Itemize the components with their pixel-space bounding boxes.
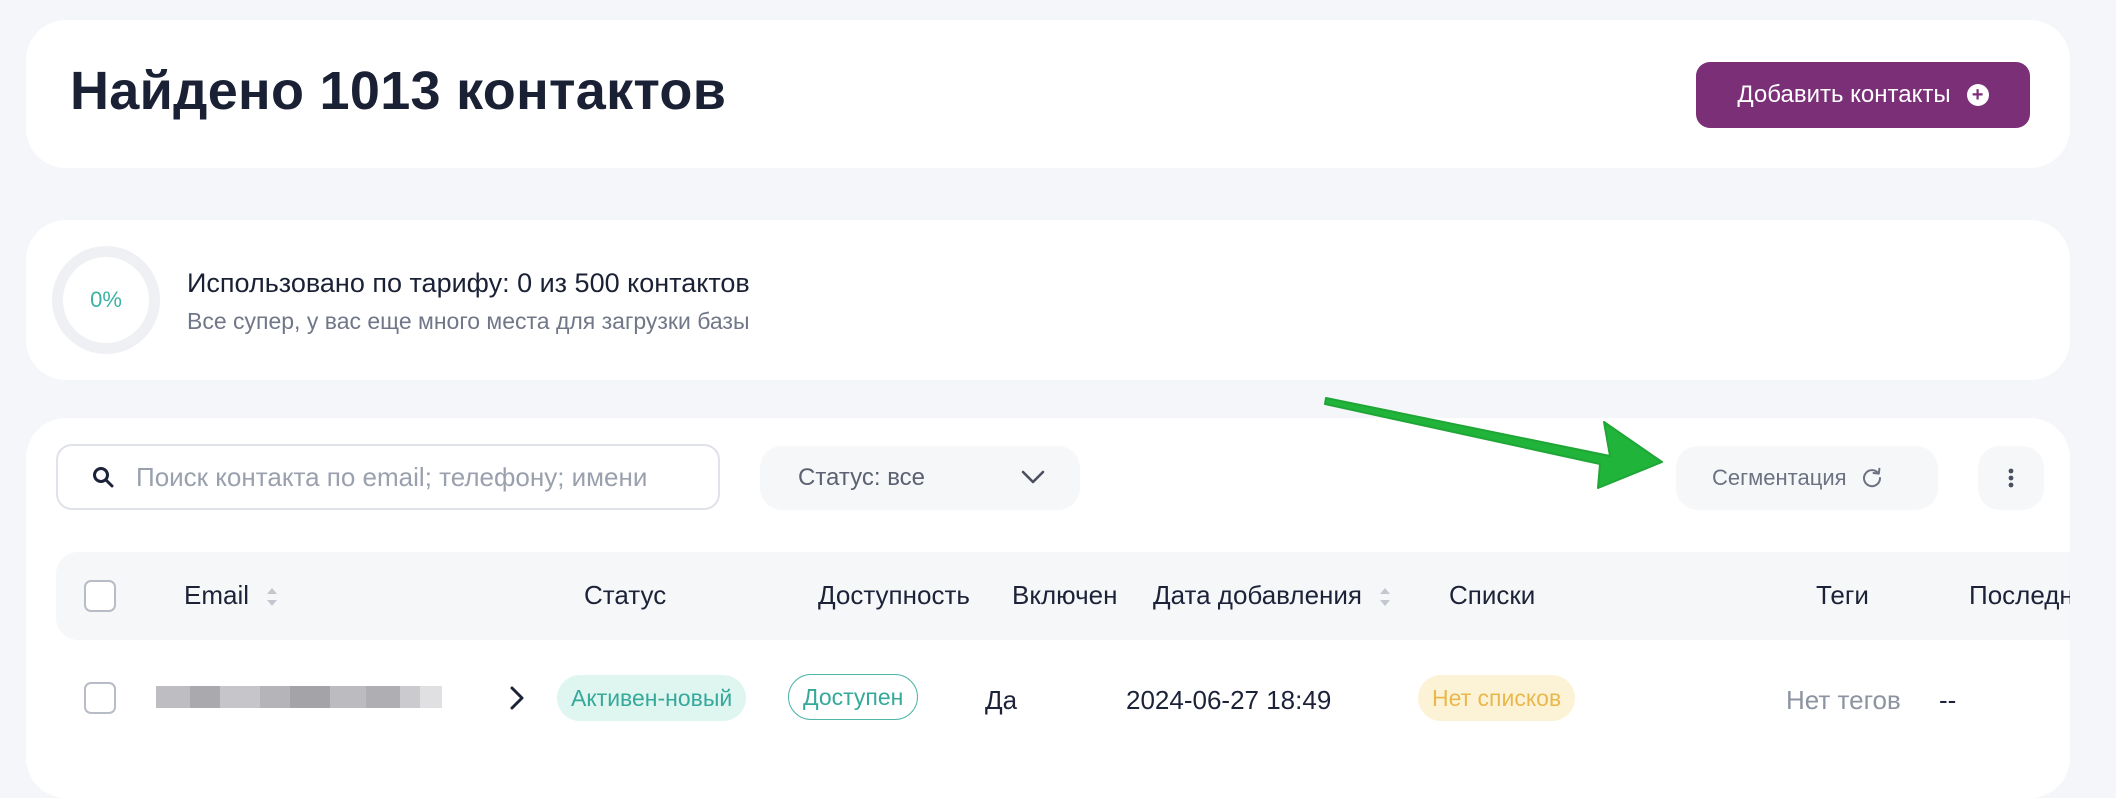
segmentation-label: Сегментация: [1712, 465, 1847, 490]
column-header-availability: Доступность: [818, 580, 970, 610]
table-header: Email Статус Доступность Включен Дата до…: [56, 552, 2070, 640]
usage-subtitle: Все супер, у вас еще много места для заг…: [187, 308, 750, 334]
more-options-button[interactable]: [1978, 446, 2044, 510]
status-filter-select[interactable]: Статус: все: [760, 446, 1080, 510]
plus-circle-icon: +: [1966, 84, 1989, 106]
select-all-checkbox[interactable]: [84, 580, 116, 612]
add-contacts-button[interactable]: Добавить контакты +: [1696, 62, 2030, 128]
column-header-email[interactable]: Email: [184, 580, 278, 611]
search-icon: [93, 467, 114, 488]
header-card: Найдено 1013 контактов Добавить контакты…: [26, 20, 2070, 168]
search-box[interactable]: [56, 444, 720, 510]
search-input[interactable]: [136, 461, 696, 493]
availability-badge: Доступен: [788, 674, 919, 720]
chevron-down-icon: [1021, 470, 1045, 484]
usage-percent: 0%: [90, 287, 122, 312]
page-title: Найдено 1013 контактов: [70, 61, 727, 121]
row-checkbox[interactable]: [84, 682, 116, 714]
segmentation-button[interactable]: Сегментация: [1676, 446, 1938, 510]
status-filter-label: Статус: все: [798, 464, 926, 491]
last-cell: --: [1939, 685, 1957, 715]
contacts-table-card: Статус: все Сегментация Email: [26, 418, 2070, 798]
more-vertical-icon: [2008, 468, 2014, 488]
lists-badge: Нет списков: [1418, 675, 1576, 721]
date-added-cell: 2024-06-27 18:49: [1126, 685, 1332, 715]
column-header-enabled: Включен: [1012, 580, 1118, 610]
usage-title: Использовано по тарифу: 0 из 500 контакт…: [187, 268, 750, 298]
usage-progress-ring: 0%: [52, 246, 160, 354]
refresh-icon: [1862, 467, 1881, 488]
sort-icon: [1380, 588, 1391, 607]
sort-icon: [267, 588, 278, 607]
chevron-right-icon[interactable]: [508, 684, 526, 712]
column-header-lists: Списки: [1449, 580, 1536, 610]
column-header-status: Статус: [584, 580, 667, 610]
column-header-date-added[interactable]: Дата добавления: [1153, 580, 1391, 611]
status-badge: Активен-новый: [557, 675, 747, 721]
usage-card: 0% Использовано по тарифу: 0 из 500 конт…: [26, 220, 2070, 380]
column-header-tags: Теги: [1816, 580, 1869, 610]
enabled-cell: Да: [985, 685, 1018, 715]
add-contacts-label: Добавить контакты: [1737, 81, 1951, 108]
tags-cell: Нет тегов: [1786, 685, 1901, 715]
column-header-last: Последн: [1969, 580, 2070, 610]
